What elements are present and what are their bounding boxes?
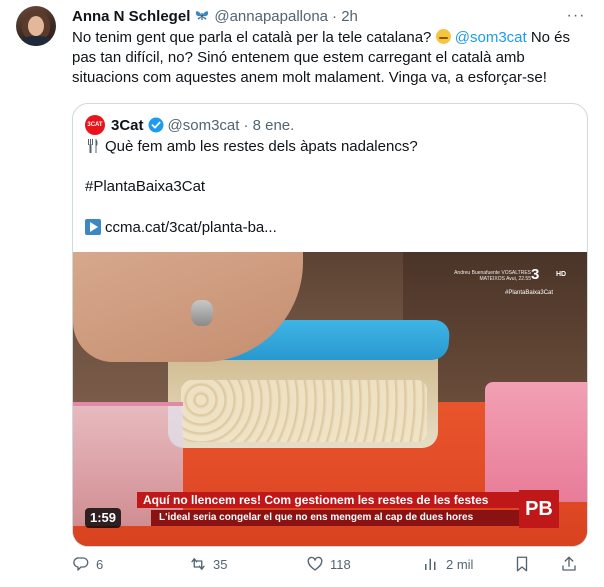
quoted-text-line-1: Què fem amb les restes dels àpats nadale… bbox=[105, 138, 418, 155]
butterfly-icon bbox=[196, 11, 209, 20]
avatar-face bbox=[28, 16, 44, 36]
quoted-link[interactable]: ccma.cat/3cat/planta-ba... bbox=[105, 219, 277, 236]
views-button[interactable]: 2 mil bbox=[422, 553, 473, 575]
verified-badge-icon bbox=[148, 117, 164, 133]
caption-banner-sub: L'ideal seria congelar el que no ens men… bbox=[151, 510, 527, 526]
quoted-hashtag[interactable]: #PlantaBaixa3Cat bbox=[85, 177, 205, 197]
like-count: 118 bbox=[330, 556, 351, 572]
channel-hd: HD bbox=[556, 271, 567, 278]
share-button[interactable] bbox=[560, 553, 578, 575]
share-icon bbox=[562, 556, 576, 571]
tweet-text-part-1: No tenim gent que parla el català per la… bbox=[72, 29, 432, 46]
views-chart-icon bbox=[425, 558, 436, 570]
quoted-tweet[interactable]: 3CAT 3Cat @som3cat · 8 ene. Què fem amb … bbox=[72, 103, 588, 547]
reply-button[interactable]: 6 bbox=[72, 553, 103, 575]
quoted-author-name[interactable]: 3Cat bbox=[111, 117, 144, 134]
retweet-count: 35 bbox=[213, 556, 228, 572]
tweet[interactable]: Anna N Schlegel @annapapallona · 2h ··· … bbox=[0, 0, 604, 587]
view-count: 2 mil bbox=[446, 556, 474, 572]
video-thumbnail[interactable]: Andreu Buenafuente VOSALTRES MATEIXOS Av… bbox=[73, 252, 587, 546]
author-name[interactable]: Anna N Schlegel bbox=[72, 8, 190, 25]
retweet-icon bbox=[191, 558, 205, 570]
caption-banner-main: Aquí no llencem res! Com gestionem les r… bbox=[137, 492, 525, 508]
pasta-leftovers bbox=[181, 380, 427, 442]
watermark-hashtag: #PlantaBaixa3Cat bbox=[505, 290, 554, 296]
reply-icon bbox=[73, 557, 89, 571]
quoted-avatar[interactable]: 3CAT bbox=[85, 115, 105, 135]
like-button[interactable]: 118 bbox=[306, 553, 351, 575]
fork-and-knife-icon bbox=[88, 139, 98, 153]
channel-logo: 3 bbox=[531, 266, 540, 283]
video-duration: 1:59 bbox=[85, 508, 122, 528]
reply-count: 6 bbox=[96, 556, 104, 572]
mention-link[interactable]: @som3cat bbox=[455, 29, 527, 46]
quoted-time[interactable]: · 8 ene. bbox=[243, 117, 294, 134]
grimacing-emoji-icon bbox=[435, 29, 451, 44]
author-handle[interactable]: @annapapallona bbox=[214, 8, 328, 25]
watermark-promo: Andreu Buenafuente VOSALTRES MATEIXOS Av… bbox=[454, 270, 531, 282]
right-pink-container bbox=[485, 382, 587, 502]
bookmark-icon bbox=[516, 556, 528, 572]
quoted-line-1: Què fem amb les restes dels àpats nadale… bbox=[85, 137, 418, 157]
program-logo: PB bbox=[519, 490, 559, 528]
heart-icon bbox=[307, 556, 323, 571]
quoted-header: 3Cat @som3cat · 8 ene. bbox=[111, 115, 294, 135]
tweet-time[interactable]: · 2h bbox=[332, 8, 358, 25]
quoted-handle[interactable]: @som3cat bbox=[168, 117, 240, 134]
more-options-icon[interactable]: ··· bbox=[566, 6, 586, 26]
tweet-text: No tenim gent que parla el català per la… bbox=[72, 28, 588, 88]
tweet-header: Anna N Schlegel @annapapallona · 2h bbox=[72, 6, 358, 26]
quoted-link-line[interactable]: ccma.cat/3cat/planta-ba... bbox=[85, 218, 277, 238]
avatar-shirt bbox=[20, 36, 52, 46]
author-avatar[interactable] bbox=[16, 6, 56, 46]
retweet-button[interactable]: 35 bbox=[189, 553, 227, 575]
play-button-icon bbox=[85, 219, 101, 235]
ring bbox=[191, 300, 213, 326]
bookmark-button[interactable] bbox=[513, 553, 531, 575]
action-bar: 6 35 118 2 mil bbox=[72, 553, 588, 575]
